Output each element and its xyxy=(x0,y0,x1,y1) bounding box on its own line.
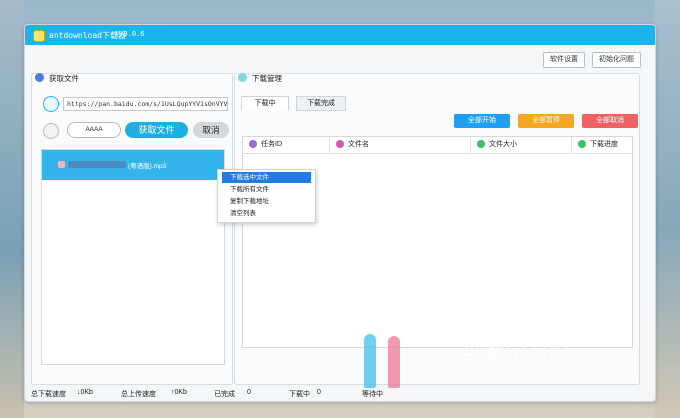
total-upload-speed-label: 总上传速度 xyxy=(121,391,156,398)
download-manager-icon xyxy=(238,73,247,82)
link-icon xyxy=(43,96,59,112)
file-list-item[interactable]: (粤语版).mp3 xyxy=(42,150,224,180)
title-bar[interactable]: antdownload下载器 V:3.0.6 xyxy=(25,25,655,45)
column-label-progress: 下载进度 xyxy=(590,141,618,148)
start-all-button[interactable]: 全部开始 xyxy=(454,114,510,128)
column-header-task-id[interactable]: 任务ID xyxy=(243,137,330,153)
menu-item-download-all[interactable]: 下载所有文件 xyxy=(222,184,311,195)
file-name-icon xyxy=(336,140,344,149)
waiting-label: 等待中 xyxy=(362,391,383,398)
app-window: antdownload下载器 V:3.0.6 软件设置 初始化问题 获取文件 h… xyxy=(24,24,656,402)
init-issue-button[interactable]: 初始化问题 xyxy=(592,52,641,68)
column-label-file-size: 文件大小 xyxy=(489,141,517,148)
total-download-speed-label: 总下载速度 xyxy=(31,391,66,398)
app-logo-icon xyxy=(33,30,45,42)
completed-value: 0 xyxy=(247,389,251,396)
url-input[interactable]: https://pan.baidu.com/s/1UsLQupYYV1sOnVY… xyxy=(63,97,228,111)
column-label-task-id: 任务ID xyxy=(261,141,282,148)
pause-all-button[interactable]: 全部暂停 xyxy=(518,114,574,128)
music-file-icon xyxy=(58,161,65,168)
download-table[interactable]: 任务ID 文件名 文件大小 下载进度 xyxy=(242,136,633,348)
blurred-file-name xyxy=(68,161,126,168)
tab-downloading[interactable]: 下载中 xyxy=(241,96,289,111)
header-divider xyxy=(243,153,632,154)
download-manager-title: 下载管理 xyxy=(252,74,282,83)
menu-item-download-selected[interactable]: 下载选中文件 xyxy=(222,172,311,183)
menu-item-copy-download-url[interactable]: 复制下载地址 xyxy=(222,196,311,207)
fetch-file-title: 获取文件 xyxy=(49,74,79,83)
downloading-value: 0 xyxy=(317,389,321,396)
lock-icon xyxy=(43,123,59,139)
menu-item-clear-list[interactable]: 清空列表 xyxy=(222,208,311,219)
completed-label: 已完成 xyxy=(214,391,235,398)
version-label: V:3.0.6 xyxy=(115,30,145,38)
column-header-progress[interactable]: 下载进度 xyxy=(572,137,632,153)
tab-completed[interactable]: 下载完成 xyxy=(296,96,346,111)
progress-icon xyxy=(578,140,586,149)
column-header-file-size[interactable]: 文件大小 xyxy=(471,137,572,153)
downloading-label: 下载中 xyxy=(289,391,310,398)
desktop-background-left xyxy=(0,0,24,418)
cancel-button[interactable]: 取消 xyxy=(193,122,229,138)
status-bar: 总下载速度 ↓0Kb 总上传速度 ↑0Kb 已完成 0 下载中 0 等待中 xyxy=(25,386,655,401)
extraction-code-input[interactable]: AAAA xyxy=(67,122,121,138)
column-header-file-name[interactable]: 文件名 xyxy=(330,137,471,153)
file-list[interactable]: (粤语版).mp3 xyxy=(41,149,225,365)
fetch-file-icon xyxy=(35,73,44,82)
context-menu: 下载选中文件 下载所有文件 复制下载地址 清空列表 xyxy=(217,169,316,223)
total-upload-speed-value: ↑0Kb xyxy=(171,389,187,396)
fetch-file-button[interactable]: 获取文件 xyxy=(125,122,188,138)
desktop-background-right xyxy=(654,0,680,418)
software-settings-button[interactable]: 软件设置 xyxy=(543,52,585,68)
cancel-all-button[interactable]: 全部取消 xyxy=(582,114,638,128)
column-label-file-name: 文件名 xyxy=(348,141,369,148)
task-id-icon xyxy=(249,140,257,149)
file-size-icon xyxy=(477,140,485,149)
file-name-suffix: (粤语版).mp3 xyxy=(128,163,167,170)
total-download-speed-value: ↓0Kb xyxy=(77,389,93,396)
